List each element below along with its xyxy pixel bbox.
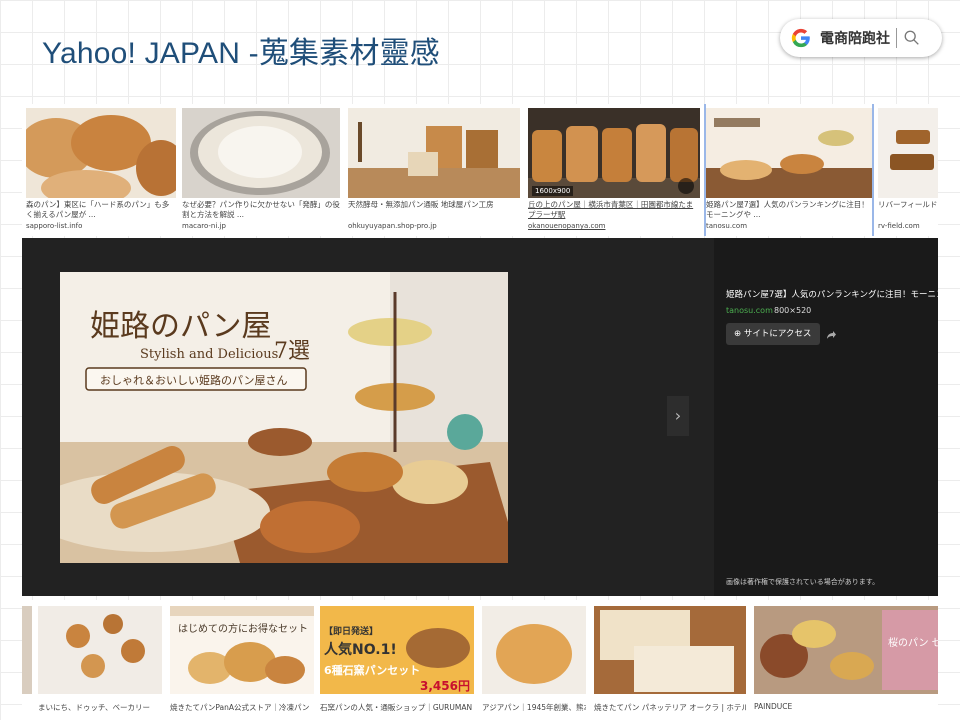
- result-caption[interactable]: 焼きたてパンPanA公式ストア｜冷凍パン: [170, 702, 314, 713]
- image-preview-panel: 姫路のパン屋 Stylish and Delicious 7選 おしゃれ＆おいし…: [22, 238, 940, 596]
- slide-title: Yahoo! JAPAN -蒐集素材靈感: [42, 37, 440, 70]
- image-result[interactable]: リバーフィールド rv-field.com: [878, 104, 938, 236]
- image-result-selected[interactable]: 姫路パン屋7選】人気のパンランキングに注目！モーニングや ... tanosu.…: [704, 104, 874, 236]
- image-result[interactable]: アジアパン｜1945年創業、熊本: [482, 606, 586, 716]
- result-thumbnail[interactable]: [38, 606, 162, 694]
- badge-text: 電商陪跑社: [820, 31, 890, 47]
- result-thumbnail[interactable]: [482, 606, 586, 694]
- visit-site-button[interactable]: ⊕ サイトにアクセス: [726, 323, 820, 345]
- result-caption[interactable]: 焼きたてパン パネッテリア オークラ | ホテル: [594, 702, 746, 713]
- result-caption[interactable]: 石窯パンの人気・通販ショップ｜GURUMAN: [320, 702, 474, 713]
- preview-info: 姫路パン屋7選】人気のパンランキングに注目！モーニングや ... tanosu.…: [714, 238, 940, 596]
- result-thumbnail[interactable]: [26, 108, 176, 198]
- image-result[interactable]: 天然酵母・無添加パン通販 地球屋パン工房 ohkuyuyapan.shop-pr…: [348, 104, 520, 236]
- bottom-banner-text: はじめての方にお得なセット: [178, 622, 308, 635]
- google-search-badge[interactable]: 電商陪跑社: [780, 19, 942, 57]
- banner-ribbon: おしゃれ＆おいしい姫路のパン屋さん: [100, 373, 288, 387]
- image-result[interactable]: 1600x900 丘の上のパン屋｜横浜市青葉区｜田園都市線たまプラーザ駅 oka…: [528, 104, 700, 236]
- result-caption[interactable]: アジアパン｜1945年創業、熊本: [482, 702, 586, 713]
- result-source: ohkuyuyapan.shop-pro.jp: [348, 222, 437, 230]
- preview-dimensions: 800×520: [774, 306, 812, 315]
- preview-title[interactable]: 姫路パン屋7選】人気のパンランキングに注目！モーニングや ...: [726, 288, 940, 300]
- result-caption[interactable]: 姫路パン屋7選】人気のパンランキングに注目！モーニングや ...: [706, 200, 872, 220]
- copyright-note: 画像は著作権で保護されている場合があります。: [726, 578, 880, 586]
- image-result[interactable]: はじめての方にお得なセット 焼きたてパンPanA公式ストア｜冷凍パン: [170, 606, 314, 716]
- image-result[interactable]: 焼きたてパン パネッテリア オークラ | ホテル: [594, 606, 746, 716]
- result-source: macaro-ni.jp: [182, 222, 226, 230]
- result-source: sapporo-list.info: [26, 222, 83, 230]
- image-result[interactable]: [22, 606, 32, 716]
- result-caption[interactable]: 森のパン】東区に「ハード系のパン」も多く揃えるパン屋が ...: [26, 200, 176, 220]
- result-caption[interactable]: 丘の上のパン屋｜横浜市青葉区｜田園都市線たまプラーザ駅: [528, 200, 700, 220]
- result-source: rv-field.com: [878, 222, 920, 230]
- overlay-text: 桜のパン セット: [888, 636, 938, 649]
- result-thumbnail[interactable]: [528, 108, 700, 198]
- share-icon[interactable]: [826, 330, 836, 340]
- image-results-bottom: まいにち、ドゥッチ、ベーカリー はじめての方にお得なセット 焼きたてパンPanA…: [22, 600, 938, 720]
- image-result[interactable]: 桜のパン セット PAINDUCE: [754, 606, 938, 716]
- image-result[interactable]: なぜ必要？パン作りに欠かせない「発酵」の役割と方法を解説 ... macaro-…: [182, 104, 340, 236]
- badge-divider: [896, 28, 897, 48]
- image-result[interactable]: 【即日発送】 人気NO.1! 6種石窯パンセット 3,456円 石窯パンの人気・…: [320, 606, 474, 716]
- banner-count: 7選: [274, 339, 310, 364]
- image-results-top: 森のパン】東区に「ハード系のパン」も多く揃えるパン屋が ... sapporo-…: [22, 104, 938, 236]
- result-caption[interactable]: 天然酵母・無添加パン通販 地球屋パン工房: [348, 200, 520, 220]
- banner-title: 姫路のパン屋: [90, 309, 272, 344]
- result-thumbnail[interactable]: [348, 108, 520, 198]
- link-icon[interactable]: [678, 178, 694, 194]
- search-icon[interactable]: [903, 29, 921, 47]
- result-thumbnail[interactable]: [878, 108, 938, 198]
- promo-set: 6種石窯パンセット: [324, 663, 420, 677]
- result-thumbnail[interactable]: はじめての方にお得なセット: [170, 606, 314, 694]
- preview-image[interactable]: 姫路のパン屋 Stylish and Delicious 7選 おしゃれ＆おいし…: [60, 272, 508, 563]
- result-caption[interactable]: なぜ必要？パン作りに欠かせない「発酵」の役割と方法を解説 ...: [182, 200, 340, 220]
- result-source: tanosu.com: [706, 222, 748, 230]
- size-badge: 1600x900: [532, 186, 574, 196]
- promo-price: 3,456円: [420, 679, 470, 693]
- result-thumbnail[interactable]: 桜のパン セット: [754, 606, 938, 694]
- result-caption[interactable]: まいにち、ドゥッチ、ベーカリー: [38, 702, 162, 713]
- preview-domain[interactable]: tanosu.com: [726, 306, 773, 315]
- result-thumbnail[interactable]: [594, 606, 746, 694]
- result-thumbnail[interactable]: [182, 108, 340, 198]
- result-caption[interactable]: PAINDUCE: [754, 702, 938, 711]
- promo-no1: 人気NO.1!: [324, 641, 397, 658]
- banner-subtitle: Stylish and Delicious: [140, 347, 278, 362]
- google-logo-icon: [791, 28, 810, 48]
- result-thumbnail[interactable]: 【即日発送】 人気NO.1! 6種石窯パンセット 3,456円: [320, 606, 474, 694]
- image-result[interactable]: まいにち、ドゥッチ、ベーカリー: [38, 606, 162, 716]
- image-result[interactable]: 森のパン】東区に「ハード系のパン」も多く揃えるパン屋が ... sapporo-…: [26, 104, 176, 236]
- result-source: okanouenopanya.com: [528, 222, 606, 230]
- next-image-button[interactable]: ›: [667, 396, 689, 436]
- result-caption[interactable]: リバーフィールド: [878, 200, 938, 220]
- result-thumbnail[interactable]: [706, 108, 872, 198]
- promo-label: 【即日発送】: [324, 625, 378, 637]
- result-thumbnail[interactable]: [22, 606, 32, 694]
